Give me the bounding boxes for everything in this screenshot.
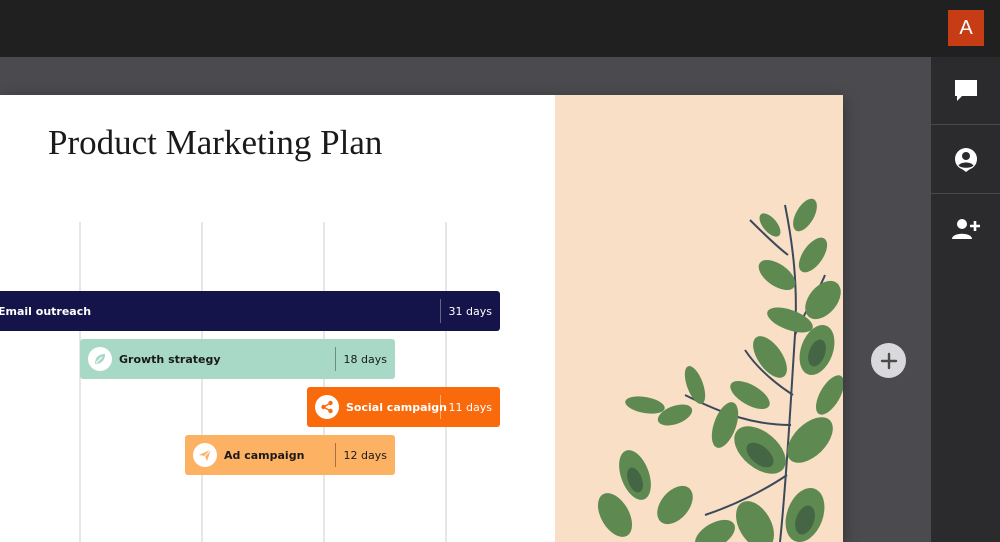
add-person-icon — [951, 219, 980, 239]
task-duration: 11 days — [439, 395, 500, 419]
timeline-gridline — [79, 222, 81, 542]
slide-image-panel[interactable] — [555, 95, 843, 542]
slide[interactable]: Product Marketing Plan Email outreach 31… — [0, 95, 843, 542]
task-label: Growth strategy — [119, 352, 221, 366]
add-slide-button[interactable] — [871, 343, 906, 378]
task-duration: 18 days — [334, 347, 395, 371]
task-duration: 12 days — [334, 443, 395, 467]
task-label: Ad campaign — [224, 448, 305, 462]
task-duration: 31 days — [439, 299, 500, 323]
comment-icon — [954, 79, 977, 101]
task-bar-ad-campaign[interactable]: Ad campaign 12 days — [185, 435, 395, 475]
app-window: A Product Marketing Plan Email outreach … — [0, 0, 1000, 542]
paper-plane-icon — [193, 443, 217, 467]
timeline-gridline — [323, 222, 325, 542]
task-label: Email outreach — [0, 304, 92, 318]
comments-button[interactable] — [931, 57, 1000, 125]
timeline-gridline — [201, 222, 203, 542]
leaf-icon — [88, 347, 112, 371]
task-bar-email-outreach[interactable]: Email outreach 31 days — [0, 291, 500, 331]
account-circle-icon — [954, 147, 977, 172]
timeline-gridline — [445, 222, 447, 542]
task-label: Social campaign — [346, 400, 447, 414]
task-bar-social-campaign[interactable]: Social campaign 11 days — [307, 387, 500, 427]
user-avatar[interactable]: A — [948, 10, 984, 46]
eucalyptus-plant-image — [597, 198, 843, 542]
task-bar-growth-strategy[interactable]: Growth strategy 18 days — [80, 339, 395, 379]
plus-icon — [880, 352, 897, 369]
profile-button[interactable] — [931, 126, 1000, 194]
top-bar: A — [0, 0, 1000, 57]
slide-title[interactable]: Product Marketing Plan — [48, 123, 382, 163]
right-rail — [931, 57, 1000, 542]
invite-button[interactable] — [931, 195, 1000, 263]
share-icon — [315, 395, 339, 419]
